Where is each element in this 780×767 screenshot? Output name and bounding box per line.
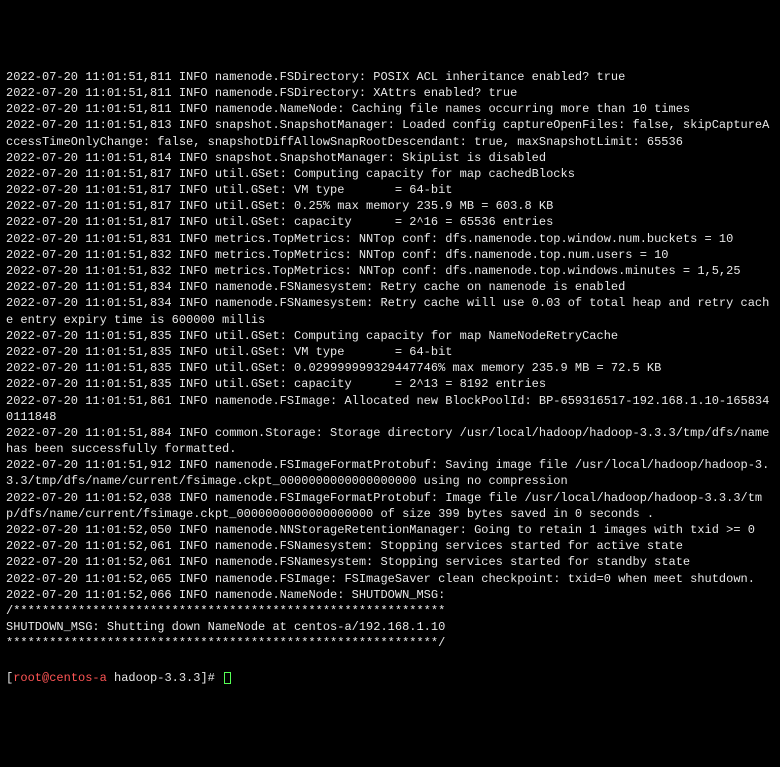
log-line: 2022-07-20 11:01:51,811 INFO namenode.FS… xyxy=(6,85,774,101)
log-line: 2022-07-20 11:01:51,835 INFO util.GSet: … xyxy=(6,376,774,392)
log-line: /***************************************… xyxy=(6,603,774,619)
log-line: 2022-07-20 11:01:51,814 INFO snapshot.Sn… xyxy=(6,150,774,166)
log-line: 2022-07-20 11:01:51,835 INFO util.GSet: … xyxy=(6,328,774,344)
log-line: 2022-07-20 11:01:51,835 INFO util.GSet: … xyxy=(6,344,774,360)
log-line: 2022-07-20 11:01:51,817 INFO util.GSet: … xyxy=(6,198,774,214)
log-line: 2022-07-20 11:01:51,813 INFO snapshot.Sn… xyxy=(6,117,774,149)
log-line: 2022-07-20 11:01:52,066 INFO namenode.Na… xyxy=(6,587,774,603)
log-line: 2022-07-20 11:01:51,817 INFO util.GSet: … xyxy=(6,214,774,230)
log-line: 2022-07-20 11:01:51,861 INFO namenode.FS… xyxy=(6,393,774,425)
log-line: 2022-07-20 11:01:51,912 INFO namenode.FS… xyxy=(6,457,774,489)
prompt-symbol: # xyxy=(208,671,215,685)
terminal-output: 2022-07-20 11:01:51,811 INFO namenode.FS… xyxy=(6,69,774,652)
log-line: 2022-07-20 11:01:51,834 INFO namenode.FS… xyxy=(6,295,774,327)
log-line: 2022-07-20 11:01:52,038 INFO namenode.FS… xyxy=(6,490,774,522)
cursor-icon xyxy=(224,672,231,684)
shell-prompt[interactable]: [root@centos-a hadoop-3.3.3]# xyxy=(6,670,774,686)
log-line: 2022-07-20 11:01:52,061 INFO namenode.FS… xyxy=(6,538,774,554)
prompt-path: hadoop-3.3.3 xyxy=(114,671,200,685)
log-line: 2022-07-20 11:01:51,884 INFO common.Stor… xyxy=(6,425,774,457)
log-line: 2022-07-20 11:01:51,811 INFO namenode.Na… xyxy=(6,101,774,117)
log-line: ****************************************… xyxy=(6,635,774,651)
log-line: 2022-07-20 11:01:52,061 INFO namenode.FS… xyxy=(6,554,774,570)
log-line: 2022-07-20 11:01:51,832 INFO metrics.Top… xyxy=(6,263,774,279)
log-line: 2022-07-20 11:01:51,835 INFO util.GSet: … xyxy=(6,360,774,376)
prompt-user-host: root@centos-a xyxy=(13,671,107,685)
log-line: 2022-07-20 11:01:51,811 INFO namenode.FS… xyxy=(6,69,774,85)
log-line: SHUTDOWN_MSG: Shutting down NameNode at … xyxy=(6,619,774,635)
log-line: 2022-07-20 11:01:51,817 INFO util.GSet: … xyxy=(6,166,774,182)
log-line: 2022-07-20 11:01:51,817 INFO util.GSet: … xyxy=(6,182,774,198)
log-line: 2022-07-20 11:01:51,832 INFO metrics.Top… xyxy=(6,247,774,263)
log-line: 2022-07-20 11:01:51,831 INFO metrics.Top… xyxy=(6,231,774,247)
log-line: 2022-07-20 11:01:52,050 INFO namenode.NN… xyxy=(6,522,774,538)
log-line: 2022-07-20 11:01:51,834 INFO namenode.FS… xyxy=(6,279,774,295)
